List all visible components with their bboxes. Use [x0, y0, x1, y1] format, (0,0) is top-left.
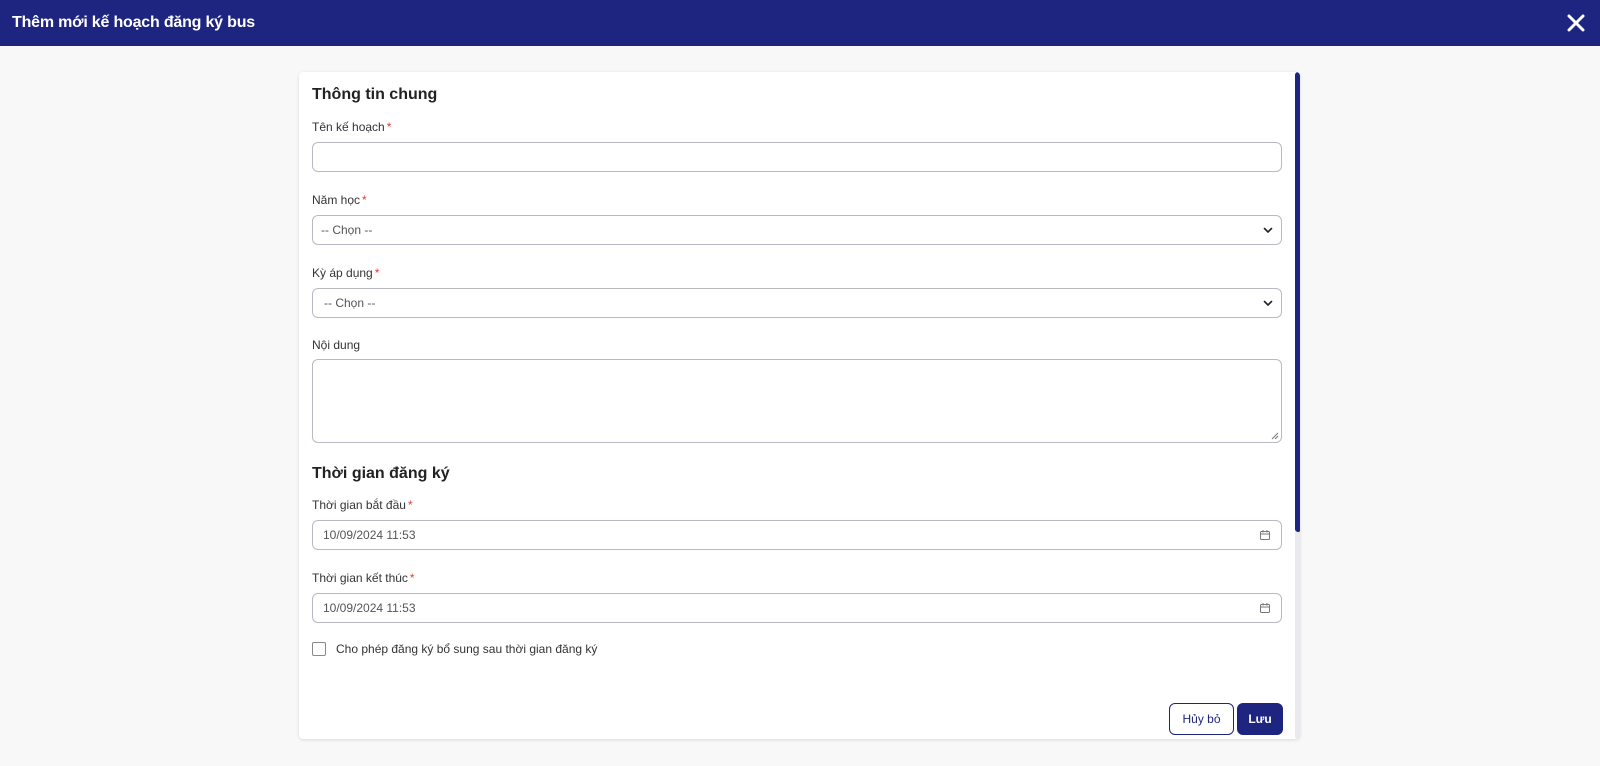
term-selected: -- Chọn --: [324, 296, 376, 310]
allow-late-label[interactable]: Cho phép đăng ký bổ sung sau thời gian đ…: [336, 642, 597, 656]
required-mark: *: [362, 193, 367, 207]
scrollbar-thumb[interactable]: [1295, 72, 1300, 532]
chevron-down-icon: [1263, 300, 1273, 306]
modal-header: Thêm mới kế hoạch đăng ký bus: [0, 0, 1600, 46]
form-scroll-area[interactable]: Thông tin chung Tên kế hoạch * Năm học * -…: [299, 72, 1284, 693]
end-time-value: 10/09/2024 11:53: [323, 601, 416, 615]
term-select[interactable]: -- Chọn --: [312, 288, 1282, 318]
modal-title: Thêm mới kế hoạch đăng ký bus: [12, 14, 255, 31]
allow-late-row[interactable]: Cho phép đăng ký bổ sung sau thời gian đ…: [312, 642, 597, 656]
chevron-down-icon: [1263, 227, 1273, 233]
school-year-label-text: Năm học: [312, 193, 361, 207]
calendar-icon[interactable]: [1259, 529, 1271, 541]
school-year-label: Năm học *: [312, 193, 367, 207]
plan-name-label: Tên kế hoạch *: [312, 120, 391, 134]
start-time-picker[interactable]: 10/09/2024 11:53: [312, 520, 1282, 550]
content-textarea[interactable]: [312, 359, 1282, 443]
save-button[interactable]: Lưu: [1237, 703, 1283, 735]
required-mark: *: [407, 498, 413, 512]
cancel-button[interactable]: Hủy bỏ: [1169, 703, 1234, 735]
end-time-label-text: Thời gian kết thúc: [312, 571, 408, 585]
content-label: Nội dung: [312, 338, 361, 352]
section-title-time: Thời gian đăng ký: [312, 465, 450, 482]
start-time-value: 10/09/2024 11:53: [323, 528, 416, 542]
school-year-select[interactable]: -- Chọn --: [312, 215, 1282, 245]
section-title-general: Thông tin chung: [312, 86, 438, 103]
resize-grip-icon[interactable]: [1271, 432, 1279, 440]
term-label: Kỳ áp dụng *: [312, 266, 379, 280]
close-icon: [1567, 14, 1585, 32]
start-time-label-text: Thời gian bắt đầu: [312, 498, 406, 512]
calendar-icon[interactable]: [1259, 602, 1271, 614]
required-mark: *: [374, 266, 380, 280]
term-label-text: Kỳ áp dụng: [312, 266, 373, 280]
school-year-selected: -- Chọn --: [321, 223, 373, 237]
form-card: Thông tin chung Tên kế hoạch * Năm học * -…: [299, 72, 1300, 739]
plan-name-input[interactable]: [312, 142, 1282, 172]
close-button[interactable]: [1564, 11, 1588, 35]
end-time-picker[interactable]: 10/09/2024 11:53: [312, 593, 1282, 623]
start-time-label: Thời gian bắt đầu *: [312, 498, 413, 512]
end-time-label: Thời gian kết thúc *: [312, 571, 415, 585]
allow-late-checkbox[interactable]: [312, 642, 326, 656]
plan-name-label-text: Tên kế hoạch: [312, 120, 385, 134]
required-mark: *: [386, 120, 392, 134]
required-mark: *: [409, 571, 415, 585]
